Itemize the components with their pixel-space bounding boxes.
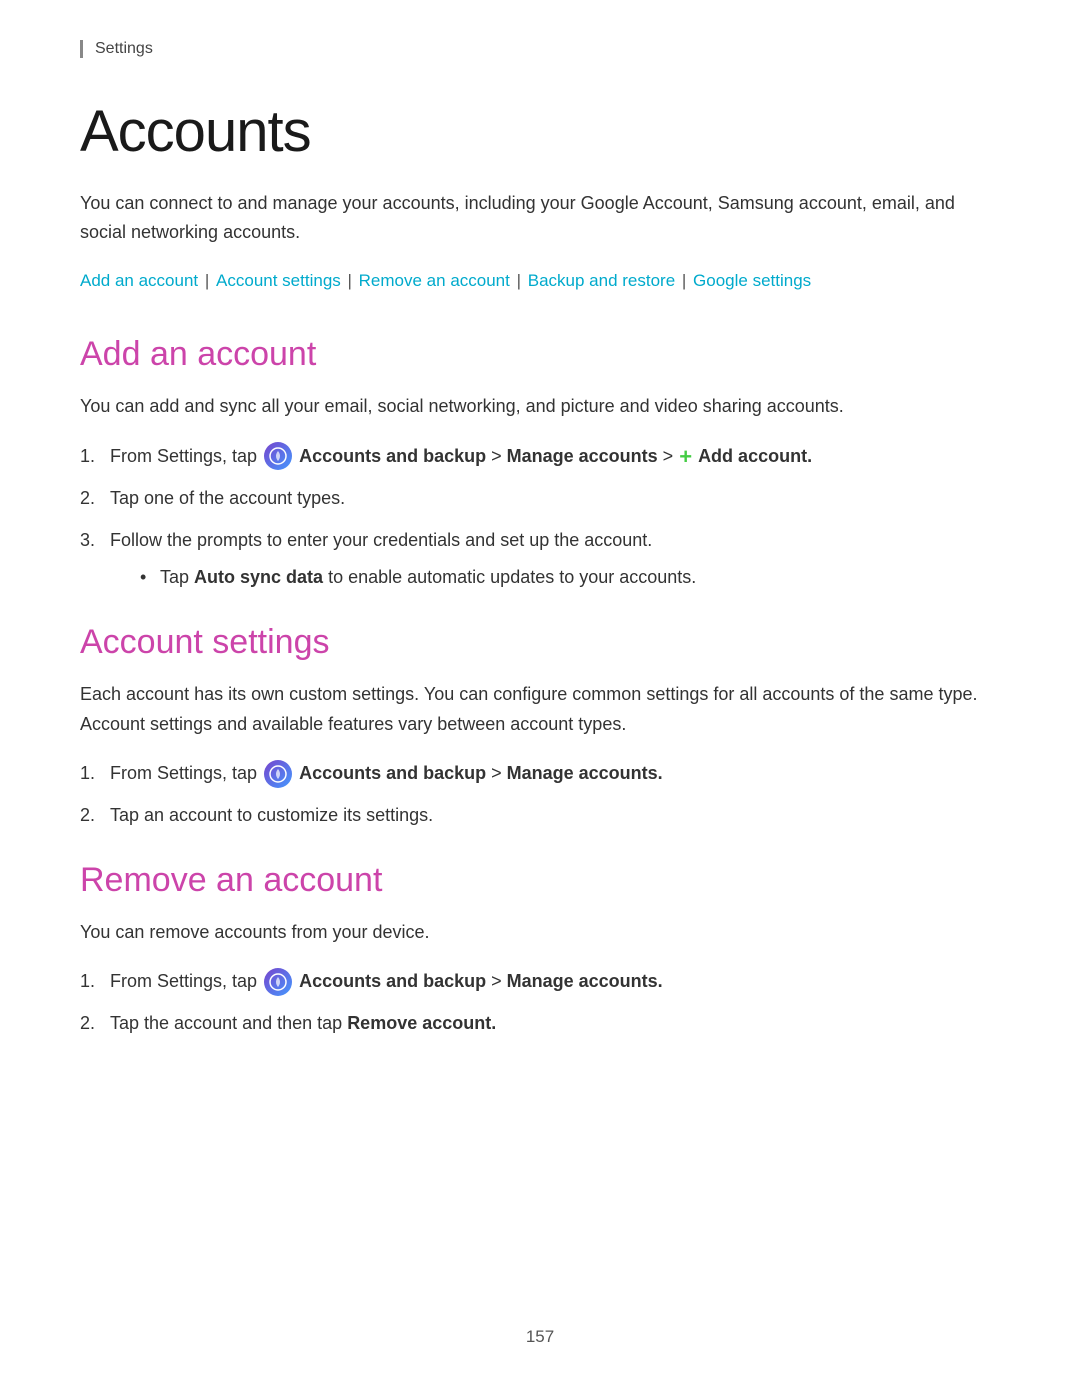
add-step-3-text: Follow the prompts to enter your credent…: [110, 530, 652, 550]
page-footer: 157: [0, 1327, 1080, 1347]
nav-link-backup[interactable]: Backup and restore: [528, 271, 675, 290]
settings-step-1-text: From Settings, tap Accounts and backup >…: [110, 763, 663, 783]
section-title-remove: Remove an account: [80, 861, 1000, 900]
nav-link-account-settings[interactable]: Account settings: [216, 271, 341, 290]
accounts-backup-icon-3: [264, 968, 292, 996]
page-title: Accounts: [80, 98, 1000, 165]
add-sub-list: Tap Auto sync data to enable automatic u…: [140, 563, 1000, 593]
remove-step-2-text: Tap the account and then tap Remove acco…: [110, 1013, 496, 1033]
settings-step-2: 2. Tap an account to customize its setti…: [80, 801, 1000, 831]
nav-link-google[interactable]: Google settings: [693, 271, 811, 290]
add-bullet-1: Tap Auto sync data to enable automatic u…: [140, 563, 1000, 593]
add-step-3: 3. Follow the prompts to enter your cred…: [80, 526, 1000, 593]
nav-link-remove-account[interactable]: Remove an account: [359, 271, 510, 290]
add-step-2-text: Tap one of the account types.: [110, 488, 345, 508]
remove-step-1-text: From Settings, tap Accounts and backup >…: [110, 971, 663, 991]
remove-account-steps: 1. From Settings, tap Accounts and backu…: [80, 967, 1000, 1038]
accounts-backup-icon: [264, 442, 292, 470]
add-step-1: 1. From Settings, tap Accounts and backu…: [80, 442, 1000, 472]
settings-step-2-text: Tap an account to customize its settings…: [110, 805, 433, 825]
add-step-2: 2. Tap one of the account types.: [80, 484, 1000, 514]
remove-step-1: 1. From Settings, tap Accounts and backu…: [80, 967, 1000, 997]
nav-links: Add an account | Account settings | Remo…: [80, 267, 1000, 296]
add-step-1-text: From Settings, tap Accounts and backup >…: [110, 446, 812, 466]
section-intro-settings: Each account has its own custom settings…: [80, 680, 1000, 739]
nav-link-add-account[interactable]: Add an account: [80, 271, 198, 290]
settings-step-1: 1. From Settings, tap Accounts and backu…: [80, 759, 1000, 789]
breadcrumb: Settings: [80, 40, 1000, 58]
accounts-backup-icon-2: [264, 760, 292, 788]
section-title-add: Add an account: [80, 335, 1000, 374]
account-settings-steps: 1. From Settings, tap Accounts and backu…: [80, 759, 1000, 830]
page-container: Settings Accounts You can connect to and…: [0, 0, 1080, 1397]
add-account-steps: 1. From Settings, tap Accounts and backu…: [80, 442, 1000, 593]
section-add-account: Add an account You can add and sync all …: [80, 335, 1000, 592]
intro-text: You can connect to and manage your accou…: [80, 189, 1000, 247]
breadcrumb-text: Settings: [95, 40, 153, 57]
section-account-settings: Account settings Each account has its ow…: [80, 623, 1000, 831]
section-title-settings: Account settings: [80, 623, 1000, 662]
section-intro-add: You can add and sync all your email, soc…: [80, 392, 1000, 422]
section-remove-account: Remove an account You can remove account…: [80, 861, 1000, 1039]
remove-step-2: 2. Tap the account and then tap Remove a…: [80, 1009, 1000, 1039]
section-intro-remove: You can remove accounts from your device…: [80, 918, 1000, 948]
page-number: 157: [526, 1327, 554, 1346]
plus-add-icon: +: [679, 446, 692, 468]
